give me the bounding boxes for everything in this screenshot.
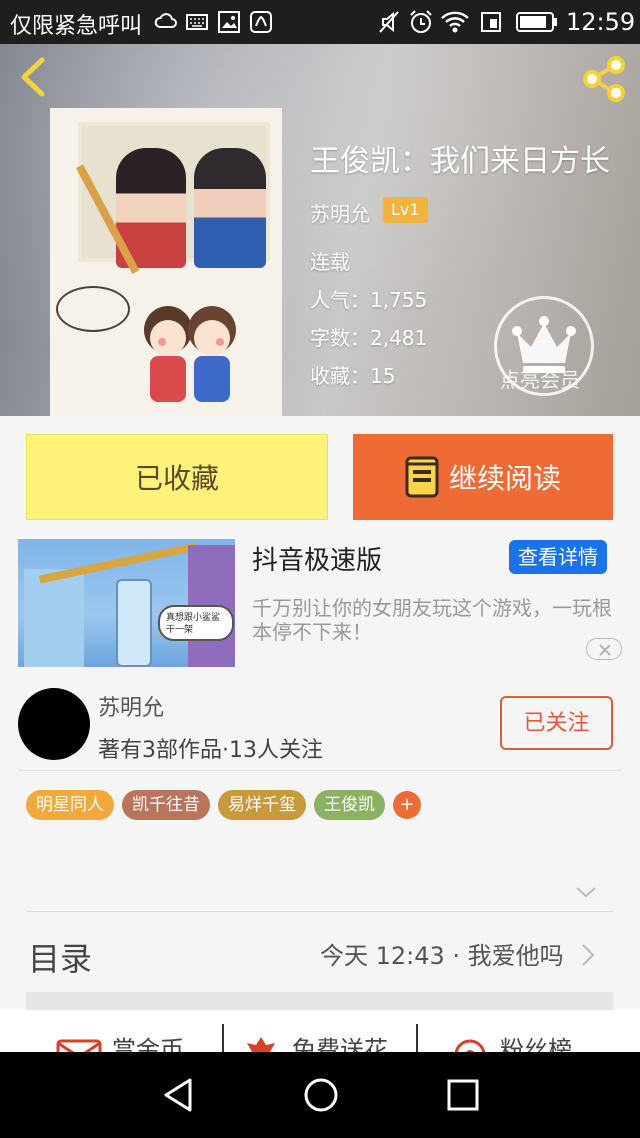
share-icon xyxy=(583,56,625,102)
ad-title: 抖音极速版 xyxy=(252,546,383,576)
nav-recents-button[interactable] xyxy=(446,1078,480,1116)
reward-tabs: 赏金币 免费送花 粉丝榜 xyxy=(0,1010,640,1052)
favorites-value: 15 xyxy=(370,364,396,388)
author-name[interactable]: 苏明允 xyxy=(310,198,370,227)
keyboard-icon xyxy=(186,12,208,37)
share-button[interactable] xyxy=(578,54,630,104)
nav-home-button[interactable] xyxy=(302,1076,340,1118)
word-count-value: 2,481 xyxy=(370,326,428,350)
image-icon xyxy=(218,11,240,39)
tag-item[interactable]: 王俊凯 xyxy=(314,790,385,820)
divider xyxy=(18,770,622,771)
ad-banner[interactable]: 真想跟小鲨鲨干一架 抖音极速版 查看详情 千万别让你的女朋友玩这个游戏，一玩根本… xyxy=(0,528,640,674)
ad-details-button[interactable]: 查看详情 xyxy=(509,540,607,574)
avatar[interactable] xyxy=(18,688,90,760)
favorited-label: 已收藏 xyxy=(134,462,219,495)
author-card: 苏明允 著有3部作品·13人关注 已关注 xyxy=(0,674,640,772)
tab-label: 粉丝榜 xyxy=(500,1036,572,1052)
tab-label: 免费送花 xyxy=(292,1036,388,1052)
ad-image[interactable]: 真想跟小鲨鲨干一架 xyxy=(18,539,235,667)
tag-item[interactable]: 易烊千玺 xyxy=(218,790,306,820)
section-separator xyxy=(26,992,613,1010)
square-recents-icon xyxy=(447,1079,479,1111)
speech-bubble-illustration xyxy=(56,286,130,332)
back-button[interactable] xyxy=(14,52,58,102)
favorited-button[interactable]: 已收藏 xyxy=(26,434,328,520)
circle-home-icon xyxy=(304,1078,338,1112)
book-header: 王俊凯：我们来日方长 苏明允 Lv1 连载 人气：1,755 字数：2,481 … xyxy=(0,44,640,416)
tag-section: 明星同人 凯千往昔 易烊千玺 王俊凯 + xyxy=(0,772,640,912)
notification-text: 仅限紧急呼叫 xyxy=(10,14,143,39)
book-title: 王俊凯：我们来日方长 xyxy=(310,144,610,179)
chevron-down-icon xyxy=(576,887,596,898)
wifi-icon xyxy=(440,10,470,40)
tag-item[interactable]: 明星同人 xyxy=(26,790,114,820)
action-bar: 已收藏 继续阅读 xyxy=(0,416,640,528)
continue-reading-label: 继续阅读 xyxy=(448,462,561,495)
triangle-back-icon xyxy=(164,1078,192,1112)
ad-image-wall xyxy=(24,569,84,667)
continue-reading-button[interactable]: 继续阅读 xyxy=(353,434,613,520)
toc-label: 目录 xyxy=(28,940,93,978)
ad-description: 千万别让你的女朋友玩这个游戏，一玩根本停不下来！ xyxy=(252,596,612,644)
divider xyxy=(416,1024,418,1052)
author-stats: 著有3部作品·13人关注 xyxy=(98,738,323,763)
cover-figure xyxy=(194,148,266,268)
ad-image-tank xyxy=(116,579,152,667)
mute-icon xyxy=(378,10,400,40)
fan-ranking-tab[interactable]: 粉丝榜 xyxy=(452,1030,572,1052)
word-count-stat: 字数：2,481 xyxy=(310,322,427,351)
envelope-icon xyxy=(56,1039,102,1052)
send-flower-tab[interactable]: 免费送花 xyxy=(242,1030,388,1052)
cloud-icon xyxy=(154,10,178,36)
sim-icon xyxy=(480,11,504,39)
tag-item[interactable]: 凯千往昔 xyxy=(122,790,210,820)
popularity-value: 1,755 xyxy=(370,288,428,312)
popularity-label: 人气： xyxy=(310,288,370,312)
add-tag-button[interactable]: + xyxy=(393,791,421,819)
toc-row[interactable]: 目录 今天 12:43 · 我爱他吗 xyxy=(0,912,640,1010)
chevron-right-icon xyxy=(580,942,596,972)
favorites-label: 收藏： xyxy=(310,364,370,388)
follow-button[interactable]: 已关注 xyxy=(500,696,613,750)
close-icon xyxy=(599,644,611,656)
favorites-stat: 收藏：15 xyxy=(310,360,395,389)
ad-image-caption: 真想跟小鲨鲨干一架 xyxy=(166,613,221,635)
status-time: 12:59 xyxy=(566,8,636,36)
huawei-icon xyxy=(250,11,272,39)
battery-icon xyxy=(516,12,558,38)
toc-latest: 今天 12:43 · 我爱他吗 xyxy=(320,942,564,970)
book-cover[interactable] xyxy=(50,108,282,416)
nav-back-button[interactable] xyxy=(160,1076,196,1118)
ad-close-button[interactable] xyxy=(586,638,622,660)
alarm-icon xyxy=(408,9,434,41)
serial-status: 连载 xyxy=(310,250,350,274)
ranking-icon xyxy=(454,1039,486,1052)
vip-label: 点亮会员 xyxy=(500,368,580,392)
tag-list: 明星同人 凯千往昔 易烊千玺 王俊凯 + xyxy=(26,790,429,820)
word-count-label: 字数： xyxy=(310,326,370,350)
level-badge: Lv1 xyxy=(383,197,428,223)
tab-label: 赏金币 xyxy=(112,1036,184,1052)
ad-image-pin xyxy=(38,542,198,584)
system-navigation-bar xyxy=(0,1052,640,1138)
status-bar: 仅限紧急呼叫 12:59 xyxy=(0,0,640,44)
reward-coins-tab[interactable]: 赏金币 xyxy=(56,1030,184,1052)
author-card-name[interactable]: 苏明允 xyxy=(98,690,164,722)
popularity-stat: 人气：1,755 xyxy=(310,284,427,313)
ad-image-bubble: 真想跟小鲨鲨干一架 xyxy=(158,605,234,641)
book-icon xyxy=(405,456,439,498)
back-chevron-icon xyxy=(21,57,45,97)
cartoon-illustration xyxy=(144,306,236,402)
flower-icon xyxy=(247,1036,275,1052)
expand-button[interactable] xyxy=(574,884,598,904)
divider xyxy=(222,1024,224,1052)
cover-photo xyxy=(78,122,270,268)
